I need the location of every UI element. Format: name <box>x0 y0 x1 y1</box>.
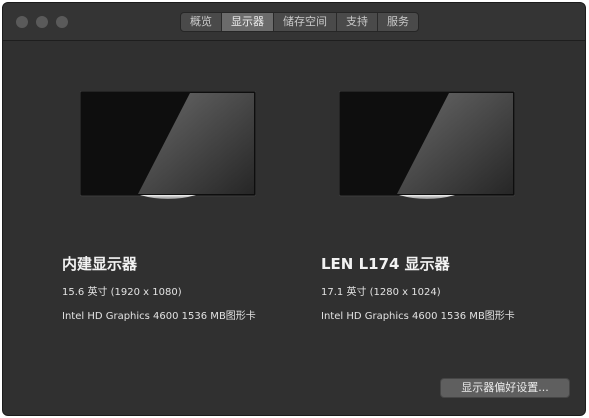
title-bar: 概览 显示器 储存空间 支持 服务 <box>3 3 585 41</box>
tab-support[interactable]: 支持 <box>337 13 378 31</box>
minimize-window-button[interactable] <box>36 16 48 28</box>
display-info-1: 内建显示器 15.6 英寸 (1920 x 1080) Intel HD Gra… <box>62 253 256 322</box>
tab-displays[interactable]: 显示器 <box>222 13 274 31</box>
display-preferences-button[interactable]: 显示器偏好设置... <box>440 378 570 398</box>
about-this-mac-window: 概览 显示器 储存空间 支持 服务 内建显示器 15.6 英寸 (1920 x … <box>2 2 586 416</box>
tab-storage[interactable]: 储存空间 <box>274 13 337 31</box>
display-gpu: Intel HD Graphics 4600 1536 MB图形卡 <box>62 311 256 322</box>
display-name: 内建显示器 <box>62 255 138 273</box>
tab-bar: 概览 显示器 储存空间 支持 服务 <box>180 12 419 32</box>
tab-overview[interactable]: 概览 <box>181 13 222 31</box>
tab-service[interactable]: 服务 <box>378 13 418 31</box>
close-window-button[interactable] <box>16 16 28 28</box>
display-icon <box>339 91 515 203</box>
display-name: LEN L174 显示器 <box>321 255 450 273</box>
display-gpu: Intel HD Graphics 4600 1536 MB图形卡 <box>321 311 515 322</box>
display-size: 17.1 英寸 (1280 x 1024) <box>321 287 441 298</box>
display-info-2: LEN L174 显示器 17.1 英寸 (1280 x 1024) Intel… <box>321 253 515 322</box>
zoom-window-button[interactable] <box>56 16 68 28</box>
display-size: 15.6 英寸 (1920 x 1080) <box>62 287 182 298</box>
display-icon <box>80 91 256 203</box>
